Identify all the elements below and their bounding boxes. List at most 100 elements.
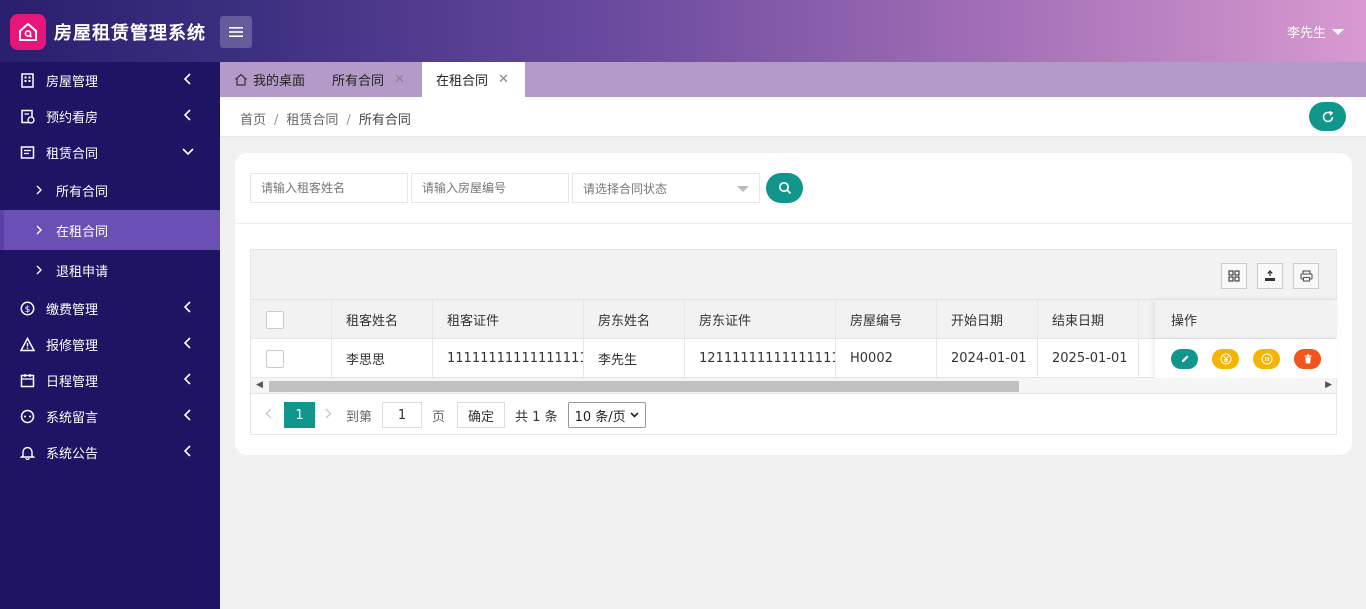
column-header[interactable]: 房东证件 (685, 300, 836, 339)
print-button[interactable] (1293, 263, 1319, 289)
chevron-down-icon (630, 412, 639, 418)
breadcrumb-section[interactable]: 租赁合同 (286, 113, 338, 128)
export-button[interactable] (1257, 263, 1283, 289)
breadcrumb-bar: 首页 / 租赁合同 / 所有合同 (220, 97, 1366, 137)
column-header[interactable]: 房屋编号 (836, 300, 937, 339)
dollar-icon: $ (18, 299, 36, 317)
sidebar-item-viewing[interactable]: 预约看房 (0, 98, 220, 134)
breadcrumb-home[interactable]: 首页 (240, 113, 266, 128)
sidebar-item-label: 房屋管理 (46, 74, 99, 90)
close-icon[interactable]: ✕ (498, 72, 509, 87)
tab-all-contracts[interactable]: 所有合同 ✕ (332, 62, 405, 97)
edit-button[interactable] (1171, 348, 1198, 369)
horizontal-scrollbar[interactable]: ◀ ▶ (251, 378, 1336, 394)
chevron-left-icon (184, 337, 191, 349)
sidebar-subitem-label: 所有合同 (56, 184, 109, 200)
refresh-button[interactable] (1309, 102, 1346, 131)
column-header[interactable]: 租客证件 (433, 300, 584, 339)
tenant-name-input[interactable] (250, 173, 408, 203)
page-size-value: 10 条/页 (574, 409, 626, 425)
table-row[interactable]: 李思思 111111111111111112 李先生 1211111111111… (251, 339, 1237, 378)
breadcrumb-current: 所有合同 (358, 113, 411, 128)
main-card: 请选择合同状态 租客姓名 租客证件 房东姓名 房东证件 房屋编号 (235, 153, 1352, 455)
chevron-left-icon (184, 373, 191, 385)
search-form: 请选择合同状态 (250, 173, 803, 203)
pause-button[interactable] (1253, 348, 1280, 369)
search-icon (778, 181, 791, 195)
user-menu[interactable]: 李先生 (1287, 22, 1344, 41)
page-label: 页 (432, 409, 446, 425)
prev-page-icon[interactable] (265, 408, 272, 423)
building-icon (18, 71, 36, 89)
message-icon (18, 407, 36, 425)
sidebar-subitem-all-contracts[interactable]: 所有合同 (0, 170, 220, 210)
select-placeholder: 请选择合同状态 (583, 181, 668, 196)
sidebar-item-house[interactable]: 房屋管理 (0, 62, 220, 98)
chevron-left-icon (184, 73, 191, 85)
bell-icon (18, 443, 36, 461)
column-filter-button[interactable] (1221, 263, 1247, 289)
sidebar-item-messages[interactable]: 系统留言 (0, 398, 220, 434)
grid-icon (1228, 270, 1240, 282)
next-page-icon[interactable] (325, 408, 332, 423)
pencil-icon (1181, 355, 1188, 362)
current-page[interactable]: 1 (284, 402, 315, 428)
house-number-input[interactable] (411, 173, 569, 203)
column-header[interactable]: 开始日期 (937, 300, 1038, 339)
data-table: 租客姓名 租客证件 房东姓名 房东证件 房屋编号 开始日期 结束日期 李思思 1… (250, 249, 1337, 435)
print-icon (1299, 270, 1313, 282)
tab-label: 所有合同 (332, 74, 385, 89)
payment-button[interactable] (1212, 348, 1239, 369)
ops-column-header: 操作 (1155, 300, 1337, 339)
sidebar-item-contract[interactable]: 租赁合同 (0, 134, 220, 170)
sidebar-item-payment[interactable]: $ 缴费管理 (0, 290, 220, 326)
tab-label: 在租合同 (436, 74, 489, 89)
sidebar-subitem-label: 退租申请 (56, 264, 109, 280)
search-button[interactable] (766, 173, 803, 203)
menu-toggle-button[interactable] (220, 16, 252, 48)
contract-status-select[interactable]: 请选择合同状态 (572, 173, 760, 203)
sidebar-subitem-active-contracts[interactable]: 在租合同 (0, 210, 220, 250)
sidebar-item-label: 系统留言 (46, 410, 99, 426)
close-icon[interactable]: ✕ (394, 72, 405, 87)
trash-icon (1304, 353, 1311, 363)
export-icon (1265, 270, 1275, 281)
page-size-select[interactable]: 10 条/页 (567, 402, 646, 428)
goto-page-input[interactable]: 1 (382, 402, 423, 428)
scroll-left-icon[interactable]: ◀ (256, 380, 263, 390)
sidebar-item-schedule[interactable]: 日程管理 (0, 362, 220, 398)
user-name: 李先生 (1286, 26, 1326, 41)
svg-text:$: $ (24, 305, 30, 315)
column-header[interactable]: 租客姓名 (332, 300, 433, 339)
sidebar-item-label: 日程管理 (46, 374, 99, 390)
tab-active-contracts[interactable]: 在租合同 ✕ (422, 62, 525, 97)
column-header[interactable]: 房东姓名 (584, 300, 685, 339)
sidebar-item-label: 预约看房 (46, 110, 99, 126)
sidebar-item-repair[interactable]: 报修管理 (0, 326, 220, 362)
hamburger-icon (229, 27, 243, 37)
cell-tenant-name: 李思思 (332, 339, 433, 378)
sidebar-subitem-label: 在租合同 (56, 224, 109, 240)
scroll-right-icon[interactable]: ▶ (1325, 380, 1332, 390)
home-logo-icon (10, 14, 46, 50)
tab-desktop[interactable]: 我的桌面 (234, 62, 305, 97)
chevron-left-icon (184, 301, 191, 313)
chevron-right-icon (36, 225, 42, 235)
sidebar-item-label: 系统公告 (46, 446, 99, 462)
column-header[interactable]: 结束日期 (1038, 300, 1139, 339)
select-all-checkbox[interactable] (266, 310, 284, 329)
sidebar-subitem-checkout-requests[interactable]: 退租申请 (0, 250, 220, 290)
home-icon (235, 73, 247, 86)
top-bar: 房屋租赁管理系统 李先生 (0, 0, 1366, 62)
sidebar-item-announcements[interactable]: 系统公告 (0, 434, 220, 470)
row-checkbox[interactable] (266, 349, 284, 368)
divider (235, 223, 1352, 224)
goto-confirm-button[interactable]: 确定 (457, 402, 506, 428)
cell-landlord-id: 121111111111111112 (685, 339, 836, 378)
chevron-down-icon (182, 148, 194, 156)
delete-button[interactable] (1294, 348, 1321, 369)
scrollbar-thumb[interactable] (269, 381, 1019, 392)
schedule-icon (18, 371, 36, 389)
refresh-icon (1322, 110, 1333, 122)
tab-label: 我的桌面 (253, 74, 306, 89)
